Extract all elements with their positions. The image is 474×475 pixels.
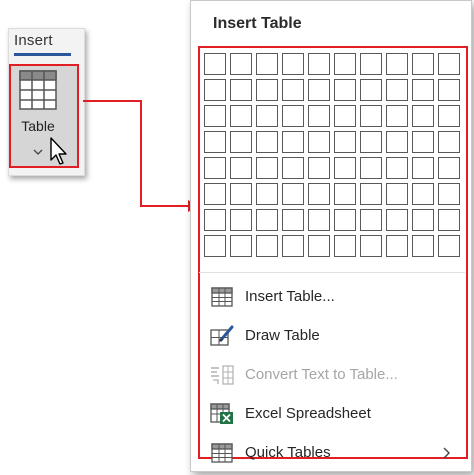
- insert-table-icon: [209, 285, 235, 309]
- menu-item-quick-tables[interactable]: Quick Tables: [199, 433, 465, 472]
- menu-item-label: Draw Table: [245, 327, 320, 344]
- convert-text-to-table-icon: [209, 363, 235, 387]
- insert-table-dropdown: Insert Table Insert Table... Draw Table …: [190, 0, 472, 472]
- dropdown-title: Insert Table: [213, 15, 302, 32]
- chevron-down-icon: [33, 142, 43, 160]
- menu-item-label: Quick Tables: [245, 444, 331, 461]
- table-button-label: Table: [21, 118, 55, 134]
- table-button[interactable]: Table: [9, 64, 79, 168]
- menu-item-label: Insert Table...: [245, 288, 335, 305]
- screenshot: Insert Table Insert Table Insert Table..…: [0, 0, 474, 475]
- mouse-cursor-icon: [49, 136, 71, 171]
- menu-item-label: Convert Text to Table...: [245, 366, 398, 383]
- menu-item-insert-table[interactable]: Insert Table...: [199, 277, 465, 316]
- chevron-right-icon: [443, 446, 451, 464]
- menu-list: Insert Table... Draw Table Convert Text …: [199, 277, 465, 472]
- menu-item-label: Excel Spreadsheet: [245, 405, 371, 422]
- tab-insert[interactable]: Insert: [14, 32, 53, 49]
- menu-item-convert-text-to-table[interactable]: Convert Text to Table...: [199, 355, 465, 394]
- draw-table-icon: [209, 324, 235, 348]
- tab-active-indicator: [14, 53, 71, 56]
- excel-spreadsheet-icon: [209, 402, 235, 426]
- menu-divider: [199, 272, 465, 273]
- quick-tables-icon: [209, 441, 235, 465]
- table-grid-icon: [19, 70, 57, 115]
- menu-item-draw-table[interactable]: Draw Table: [199, 316, 465, 355]
- menu-item-excel-spreadsheet[interactable]: Excel Spreadsheet: [199, 394, 465, 433]
